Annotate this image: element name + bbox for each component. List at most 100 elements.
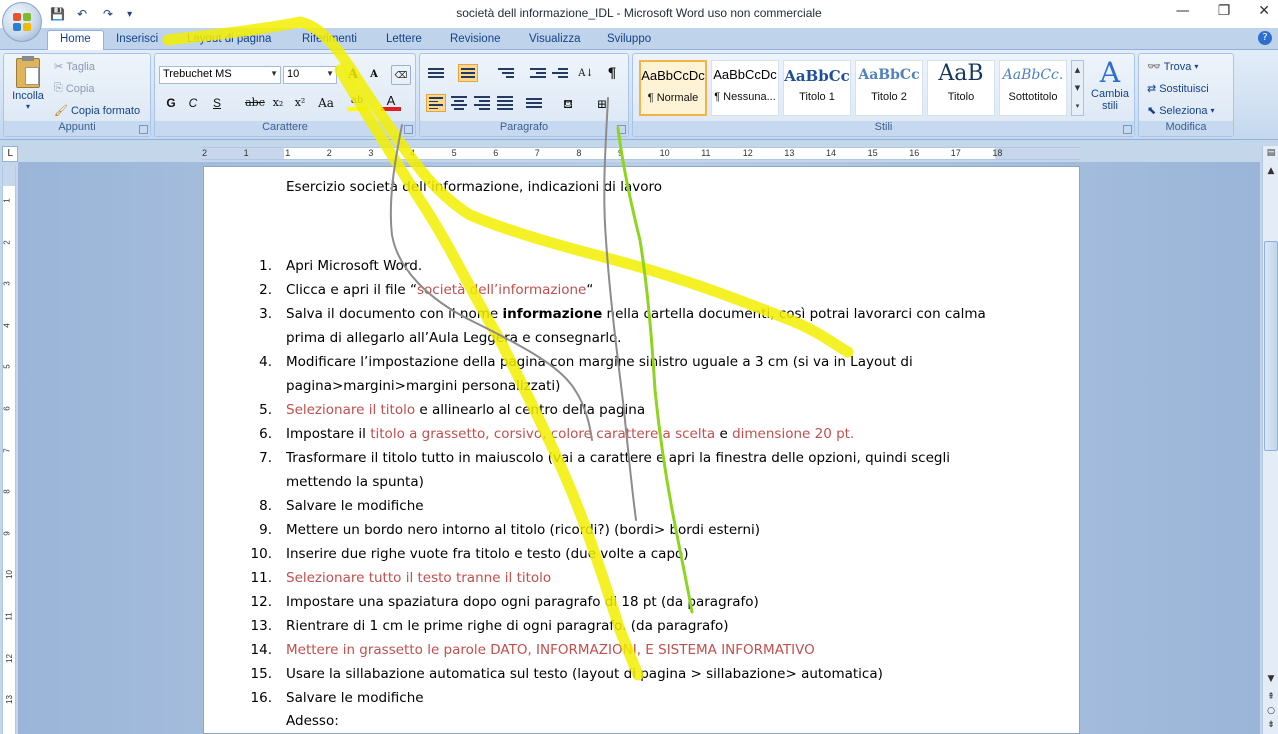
tab-home[interactable]: Home [47, 30, 104, 51]
group-stili: AaBbCcDc ¶ Normale AaBbCcDc ¶ Nessuna...… [632, 53, 1135, 137]
strikethrough-button[interactable]: abc [243, 93, 267, 113]
grow-font-button[interactable]: A [343, 65, 363, 85]
tab-riferimenti[interactable]: Riferimenti [302, 31, 357, 50]
shrink-font-button[interactable]: A [364, 65, 384, 85]
next-page-icon[interactable]: ⇟ [1264, 720, 1278, 734]
decrease-indent-icon[interactable] [528, 64, 548, 82]
scroll-thumb[interactable] [1264, 241, 1278, 451]
format-painter-button[interactable]: 🖌 Copia formato [54, 104, 140, 118]
tab-inserisci[interactable]: Inserisci [116, 31, 158, 50]
tab-selector[interactable]: L [2, 146, 18, 162]
style-titolo-2[interactable]: AaBbCc Titolo 2 [855, 60, 923, 116]
bold-button[interactable]: G [161, 93, 181, 113]
list-item-text: “ [586, 282, 594, 298]
title-bar: 💾 ↶ ↷ ▾ società dell informazione_IDL - … [0, 0, 1278, 28]
cursor-icon: ⬉ [1147, 105, 1157, 117]
scroll-down-icon[interactable]: ▼ [1264, 674, 1278, 688]
maximize-button[interactable]: ❐ [1218, 3, 1231, 19]
stili-launcher-icon[interactable] [1123, 125, 1132, 134]
tab-lettere[interactable]: Lettere [386, 31, 422, 50]
superscript-button[interactable]: x² [290, 93, 310, 113]
multilevel-list-icon[interactable] [496, 64, 516, 82]
appunti-launcher-icon[interactable] [139, 125, 148, 134]
group-modifica: 👓 Trova ▾ ⇄ Sostituisci ⬉ Seleziona ▾ Modific… [1138, 53, 1234, 137]
replace-button[interactable]: ⇄ Sostituisci [1147, 82, 1209, 96]
find-button[interactable]: 👓 Trova ▾ [1147, 60, 1198, 74]
sort-button[interactable]: A↓ [576, 64, 596, 84]
style-titolo-1[interactable]: AaBbCc Titolo 1 [783, 60, 851, 116]
browse-object-icon[interactable]: ○ [1264, 706, 1278, 720]
tab-sviluppo[interactable]: Sviluppo [607, 31, 651, 50]
list-item: Selezionare il titolo e allinearlo al ce… [286, 398, 645, 422]
list-item-number: 7. [259, 450, 272, 466]
select-button[interactable]: ⬉ Seleziona ▾ [1147, 104, 1215, 118]
change-styles-button[interactable]: A Cambia stili [1089, 58, 1131, 113]
change-case-button[interactable]: Aa [314, 93, 338, 113]
font-size-combo[interactable]: 10 ▼ [283, 66, 337, 84]
align-left-icon[interactable] [426, 94, 446, 112]
bullets-icon[interactable] [426, 64, 446, 82]
copy-button[interactable]: ⎘ Copia [54, 82, 95, 95]
list-item: Impostare una spaziatura dopo ogni parag… [286, 590, 759, 614]
ruler-number: 17 [950, 148, 961, 158]
vertical-ruler[interactable]: 1 2 3 4 5 6 7 8 9 10 11 12 13 [2, 166, 16, 734]
underline-button[interactable]: S [207, 93, 227, 113]
previous-page-icon[interactable]: ⇞ [1264, 692, 1278, 706]
font-name-combo[interactable]: Trebuchet MS ▼ [159, 66, 281, 84]
ruler-number: 10 [659, 148, 670, 158]
list-item-continuation: mettendo la spunta) [286, 474, 424, 490]
numbering-icon[interactable] [458, 64, 478, 82]
group-label-paragrafo: Paragrafo [420, 121, 628, 136]
increase-indent-icon[interactable] [550, 64, 570, 82]
paste-button[interactable]: Incolla ▾ [8, 56, 48, 118]
tab-revisione[interactable]: Revisione [450, 31, 501, 50]
ruler-number: 12 [4, 653, 14, 663]
scroll-up-icon[interactable]: ▲ [1264, 166, 1278, 180]
vertical-scrollbar[interactable]: ▤ ▲ ▼ ⇞ ○ ⇟ [1262, 146, 1278, 734]
close-button[interactable]: ✕ [1258, 3, 1270, 19]
list-item-text: e [715, 426, 733, 442]
list-item-continuation: prima di allegarlo all’Aula Leggera e co… [286, 330, 622, 346]
ruler-toggle-icon[interactable]: ▤ [1264, 148, 1278, 162]
align-right-icon[interactable] [472, 94, 492, 112]
office-button[interactable] [2, 2, 42, 42]
align-center-icon[interactable] [449, 94, 469, 112]
list-item-number: 9. [259, 522, 272, 538]
highlight-button[interactable]: ab [347, 91, 367, 111]
show-marks-button[interactable]: ¶ [602, 64, 622, 84]
justify-icon[interactable] [495, 94, 515, 112]
font-color-button[interactable]: A [381, 91, 401, 111]
cut-button[interactable]: ✂ Taglia [54, 60, 95, 74]
list-item: Trasformare il titolo tutto in maiuscolo… [286, 446, 950, 470]
tab-visualizza[interactable]: Visualizza [529, 31, 581, 50]
clear-format-button[interactable]: ⌫ [391, 65, 411, 85]
clipboard-icon [16, 56, 40, 88]
chevron-down-icon: ▾ [1210, 106, 1215, 115]
minimize-button[interactable]: — [1176, 3, 1190, 19]
paragrafo-launcher-icon[interactable] [617, 125, 626, 134]
list-item: Mettere in grassetto le parole DATO, INF… [286, 638, 815, 662]
styles-scroll[interactable]: ▲ ▼ ▾ [1071, 60, 1084, 116]
shading-icon[interactable]: ⛾ [558, 94, 578, 114]
italic-button[interactable]: C [183, 93, 203, 113]
style-titolo[interactable]: AaB Titolo [927, 60, 995, 116]
style-preview: AaBbCc [784, 67, 850, 85]
style-preview: AaBbCcDc [641, 68, 705, 83]
list-item: Mettere un bordo nero intorno al titolo … [286, 518, 760, 542]
style-nessuna-spaziatura[interactable]: AaBbCcDc ¶ Nessuna... [711, 60, 779, 116]
line-spacing-icon[interactable] [524, 94, 544, 112]
paste-dropdown-icon[interactable]: ▾ [8, 102, 48, 111]
ruler-number: 15 [867, 148, 878, 158]
horizontal-ruler[interactable]: 2 1 1 2 3 4 5 6 7 8 9 10 11 12 13 14 15 16 17 18 [202, 147, 1080, 160]
carattere-launcher-icon[interactable] [404, 125, 413, 134]
list-item-number: 10. [250, 546, 272, 562]
list-item: Modificare l’impostazione della pagina c… [286, 350, 913, 374]
style-normale[interactable]: AaBbCcDc ¶ Normale [639, 60, 707, 116]
borders-icon[interactable]: ⊞ [592, 94, 612, 114]
list-item: Selezionare tutto il testo tranne il tit… [286, 566, 551, 590]
subscript-button[interactable]: x₂ [268, 93, 288, 113]
ruler-number: 1 [2, 198, 12, 203]
style-sottotitolo[interactable]: AaBbCc. Sottotitolo [999, 60, 1067, 116]
help-icon[interactable]: ? [1258, 31, 1272, 45]
tab-layout-di-pagina[interactable]: Layout di pagina [187, 31, 271, 50]
